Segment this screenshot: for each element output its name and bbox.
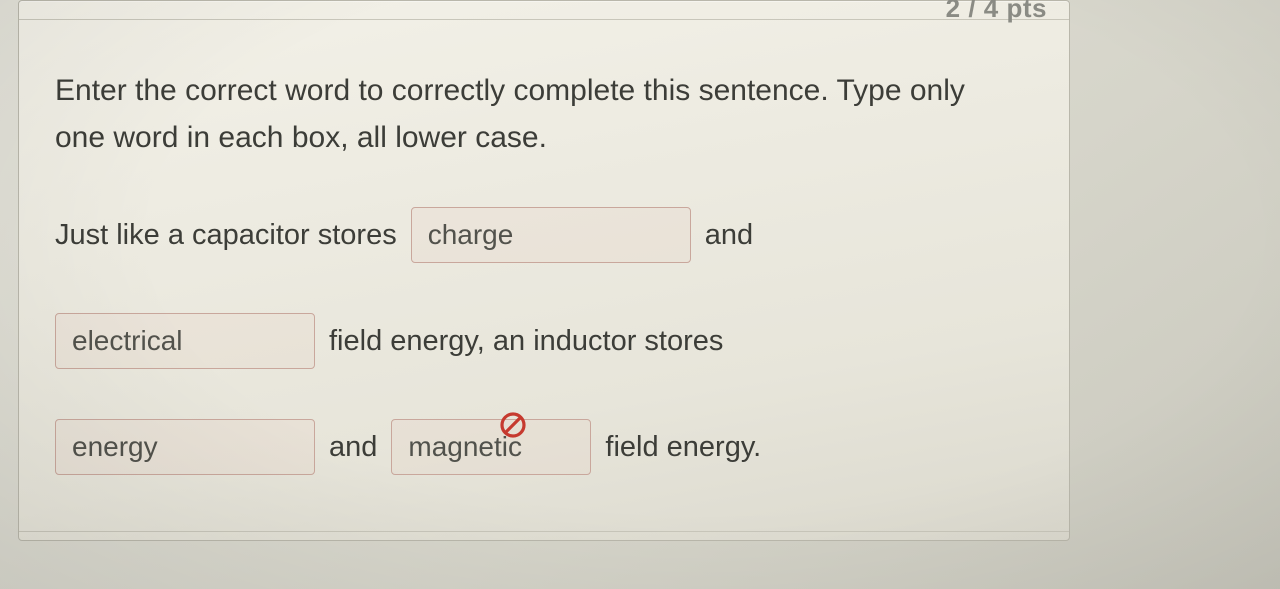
points-label: 2 / 4 pts <box>946 0 1047 24</box>
sentence-fragment: and <box>705 219 753 252</box>
sentence-fragment: field energy, an inductor stores <box>329 325 723 358</box>
answer-text: charge <box>428 219 514 251</box>
answer-blank-3[interactable]: energy <box>55 419 315 475</box>
sentence-fragment: field energy. <box>605 431 761 464</box>
question-card: 2 / 4 pts Enter the correct word to corr… <box>18 0 1070 541</box>
sentence-row-2: electrical field energy, an inductor sto… <box>55 313 723 369</box>
answer-text: electrical <box>72 325 182 357</box>
sentence-fragment: and <box>329 431 377 464</box>
answer-blank-4[interactable]: magnetic <box>391 419 591 475</box>
sentence-row-3: energy and magnetic field energy. <box>55 419 761 475</box>
card-body: Enter the correct word to correctly comp… <box>19 20 1069 531</box>
card-footer <box>19 531 1069 540</box>
answer-blank-1[interactable]: charge <box>411 207 691 263</box>
prohibited-icon <box>498 410 528 440</box>
screen: 2 / 4 pts Enter the correct word to corr… <box>0 0 1280 589</box>
sentence-fragment: Just like a capacitor stores <box>55 219 397 252</box>
sentence-row-1: Just like a capacitor stores charge and <box>55 207 753 263</box>
fill-in-sentence: Just like a capacitor stores charge and … <box>55 207 1033 475</box>
card-header: 2 / 4 pts <box>19 1 1069 20</box>
answer-text: energy <box>72 431 158 463</box>
answer-blank-2[interactable]: electrical <box>55 313 315 369</box>
question-instructions: Enter the correct word to correctly comp… <box>55 68 975 161</box>
